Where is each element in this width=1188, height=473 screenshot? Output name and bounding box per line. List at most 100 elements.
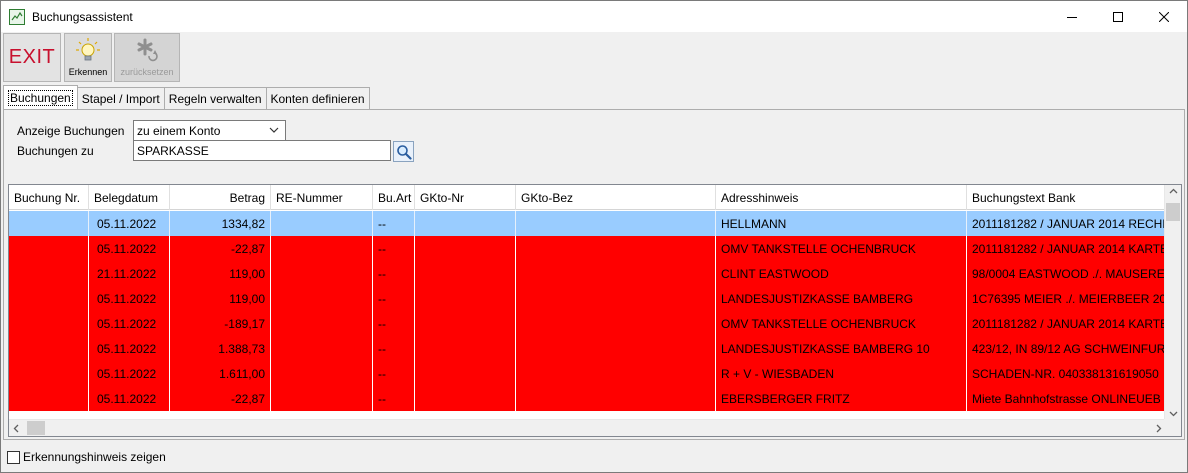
column-header-belegdatum[interactable]: Belegdatum — [89, 185, 170, 210]
scroll-up-icon[interactable] — [1169, 188, 1178, 194]
cell-gkto-nr[interactable] — [415, 311, 516, 336]
horizontal-scrollbar[interactable] — [9, 419, 1166, 436]
cell-belegdatum[interactable]: 05.11.2022 — [89, 286, 170, 311]
scroll-down-icon[interactable] — [1169, 411, 1178, 417]
cell-re-nummer[interactable] — [271, 361, 373, 386]
cell-buchungstext-bank[interactable]: 2011181282 / JANUAR 2014 KARTE — [967, 236, 1166, 261]
table-row[interactable]: 21.11.2022 119,00 -- CLINT EASTWOOD 98/0004 … — [9, 261, 1166, 286]
cell-betrag[interactable]: -22,87 — [170, 236, 271, 261]
cell-gkto-nr[interactable] — [415, 236, 516, 261]
reset-button[interactable]: zurücksetzen — [114, 33, 180, 82]
cell-gkto-nr[interactable] — [415, 286, 516, 311]
table-row[interactable]: 05.11.2022 1334,82 -- HELLMANN 2011181282 / … — [9, 211, 1166, 236]
cell-buchungstext-bank[interactable]: SCHADEN-NR. 040338131619050 — [967, 361, 1166, 386]
column-header-gkto-nr[interactable]: GKto-Nr — [415, 185, 516, 210]
cell-betrag[interactable]: 1.611,00 — [170, 361, 271, 386]
cell-belegdatum[interactable]: 05.11.2022 — [89, 236, 170, 261]
tab-konten-definieren[interactable]: Konten definieren — [265, 87, 370, 109]
vertical-scrollbar[interactable] — [1164, 185, 1181, 420]
search-button[interactable] — [393, 141, 414, 162]
table-row[interactable]: 05.11.2022 -22,87 -- EBERSBERGER FRITZ Miete… — [9, 386, 1166, 411]
vertical-scroll-thumb[interactable] — [1166, 203, 1180, 221]
cell-adresshinweis[interactable]: CLINT EASTWOOD — [716, 261, 967, 286]
cell-adresshinweis[interactable]: LANDESJUSTIZKASSE BAMBERG 10 — [716, 336, 967, 361]
column-header-gkto-bez[interactable]: GKto-Bez — [516, 185, 716, 210]
cell-gkto-bez[interactable] — [516, 311, 716, 336]
cell-re-nummer[interactable] — [271, 386, 373, 411]
cell-re-nummer[interactable] — [271, 311, 373, 336]
cell-buchung-nr[interactable] — [9, 311, 89, 336]
column-header-re-nummer[interactable]: RE-Nummer — [271, 185, 373, 210]
cell-buchungstext-bank[interactable]: 98/0004 EASTWOOD ./. MAUSEREI — [967, 261, 1166, 286]
cell-buchung-nr[interactable] — [9, 361, 89, 386]
column-header-bu-art[interactable]: Bu.Art — [373, 185, 415, 210]
cell-betrag[interactable]: -22,87 — [170, 386, 271, 411]
cell-adresshinweis[interactable]: HELLMANN — [716, 211, 967, 236]
table-row[interactable]: 05.11.2022 119,00 -- LANDESJUSTIZKASSE BAMB… — [9, 286, 1166, 311]
cell-betrag[interactable]: 1.388,73 — [170, 336, 271, 361]
cell-buchung-nr[interactable] — [9, 286, 89, 311]
cell-gkto-bez[interactable] — [516, 336, 716, 361]
tab-stapel-import[interactable]: Stapel / Import — [76, 87, 165, 109]
cell-bu-art[interactable]: -- — [373, 211, 415, 236]
cell-re-nummer[interactable] — [271, 261, 373, 286]
cell-bu-art[interactable]: -- — [373, 286, 415, 311]
cell-re-nummer[interactable] — [271, 236, 373, 261]
cell-adresshinweis[interactable]: EBERSBERGER FRITZ — [716, 386, 967, 411]
cell-re-nummer[interactable] — [271, 336, 373, 361]
cell-buchung-nr[interactable] — [9, 211, 89, 236]
cell-adresshinweis[interactable]: OMV TANKSTELLE OCHENBRUCK — [716, 236, 967, 261]
cell-belegdatum[interactable]: 05.11.2022 — [89, 386, 170, 411]
table-row[interactable]: 05.11.2022 -22,87 -- OMV TANKSTELLE OCHENBR… — [9, 236, 1166, 261]
cell-buchung-nr[interactable] — [9, 236, 89, 261]
table-row[interactable]: 05.11.2022 1.388,73 -- LANDESJUSTIZKASSE BA… — [9, 336, 1166, 361]
cell-betrag[interactable]: -189,17 — [170, 311, 271, 336]
column-header-buchung-nr[interactable]: Buchung Nr. — [9, 185, 89, 210]
cell-buchungstext-bank[interactable]: 1C76395 MEIER ./. MEIERBEER 20 — [967, 286, 1166, 311]
cell-betrag[interactable]: 1334,82 — [170, 211, 271, 236]
cell-gkto-nr[interactable] — [415, 261, 516, 286]
cell-bu-art[interactable]: -- — [373, 336, 415, 361]
cell-belegdatum[interactable]: 05.11.2022 — [89, 336, 170, 361]
exit-button[interactable]: EXIT — [3, 33, 61, 82]
cell-belegdatum[interactable]: 05.11.2022 — [89, 361, 170, 386]
cell-betrag[interactable]: 119,00 — [170, 261, 271, 286]
column-header-buchungstext-bank[interactable]: Buchungstext Bank — [967, 185, 1166, 210]
cell-belegdatum[interactable]: 21.11.2022 — [89, 261, 170, 286]
maximize-button[interactable] — [1095, 1, 1141, 32]
cell-buchungstext-bank[interactable]: 423/12, IN 89/12 AG SCHWEINFURT — [967, 336, 1166, 361]
cell-gkto-bez[interactable] — [516, 236, 716, 261]
cell-bu-art[interactable]: -- — [373, 361, 415, 386]
anzeige-dropdown[interactable]: zu einem Konto — [133, 120, 286, 141]
scroll-right-icon[interactable] — [1156, 424, 1162, 433]
table-row[interactable]: 05.11.2022 -189,17 -- OMV TANKSTELLE OCHENB… — [9, 311, 1166, 336]
cell-adresshinweis[interactable]: LANDESJUSTIZKASSE BAMBERG — [716, 286, 967, 311]
cell-buchungstext-bank[interactable]: 2011181282 / JANUAR 2014 KARTE — [967, 311, 1166, 336]
erkennungshinweis-label[interactable]: Erkennungshinweis zeigen — [23, 450, 166, 464]
cell-adresshinweis[interactable]: OMV TANKSTELLE OCHENBRUCK — [716, 311, 967, 336]
cell-gkto-bez[interactable] — [516, 211, 716, 236]
cell-gkto-bez[interactable] — [516, 386, 716, 411]
cell-belegdatum[interactable]: 05.11.2022 — [89, 311, 170, 336]
erkennungshinweis-checkbox[interactable] — [7, 450, 20, 464]
cell-bu-art[interactable]: -- — [373, 311, 415, 336]
cell-buchung-nr[interactable] — [9, 386, 89, 411]
horizontal-scroll-thumb[interactable] — [27, 421, 45, 435]
scroll-left-icon[interactable] — [13, 424, 19, 433]
cell-belegdatum[interactable]: 05.11.2022 — [89, 211, 170, 236]
cell-gkto-bez[interactable] — [516, 361, 716, 386]
cell-bu-art[interactable]: -- — [373, 261, 415, 286]
erkennen-button[interactable]: Erkennen — [64, 33, 112, 82]
tab-regeln-verwalten[interactable]: Regeln verwalten — [163, 87, 267, 109]
cell-adresshinweis[interactable]: R + V - WIESBADEN — [716, 361, 967, 386]
table-row[interactable]: 05.11.2022 1.611,00 -- R + V - WIESBADEN SCH… — [9, 361, 1166, 386]
minimize-button[interactable] — [1049, 1, 1095, 32]
cell-buchung-nr[interactable] — [9, 261, 89, 286]
cell-gkto-nr[interactable] — [415, 211, 516, 236]
column-header-adresshinweis[interactable]: Adresshinweis — [716, 185, 967, 210]
cell-buchungstext-bank[interactable]: Miete Bahnhofstrasse ONLINEUEB — [967, 386, 1166, 411]
cell-bu-art[interactable]: -- — [373, 236, 415, 261]
cell-gkto-bez[interactable] — [516, 286, 716, 311]
cell-gkto-nr[interactable] — [415, 336, 516, 361]
tab-buchungen[interactable]: Buchungen — [3, 85, 78, 109]
